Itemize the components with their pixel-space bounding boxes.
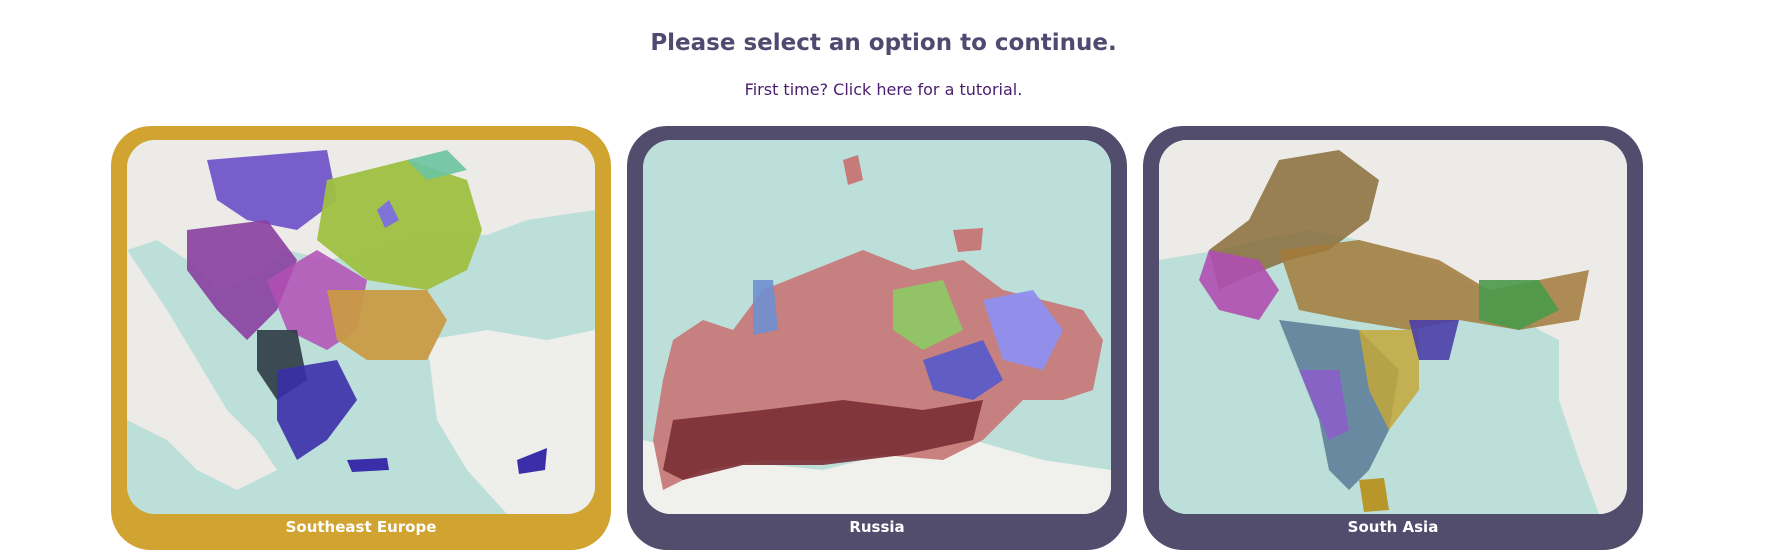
south-asia-map-image	[1159, 140, 1627, 514]
option-label: South Asia	[1347, 518, 1439, 536]
page-title: Please select an option to continue.	[650, 30, 1117, 56]
option-label: Russia	[849, 518, 905, 536]
russia-map-image	[643, 140, 1111, 514]
tutorial-link[interactable]: First time? Click here for a tutorial.	[0, 80, 1767, 99]
southeast-europe-map-image	[127, 140, 595, 514]
option-card-southeast-europe[interactable]: Southeast Europe	[111, 126, 611, 550]
option-card-russia[interactable]: Russia	[627, 126, 1127, 550]
option-card-south-asia[interactable]: South Asia	[1143, 126, 1643, 550]
option-label: Southeast Europe	[285, 518, 437, 536]
